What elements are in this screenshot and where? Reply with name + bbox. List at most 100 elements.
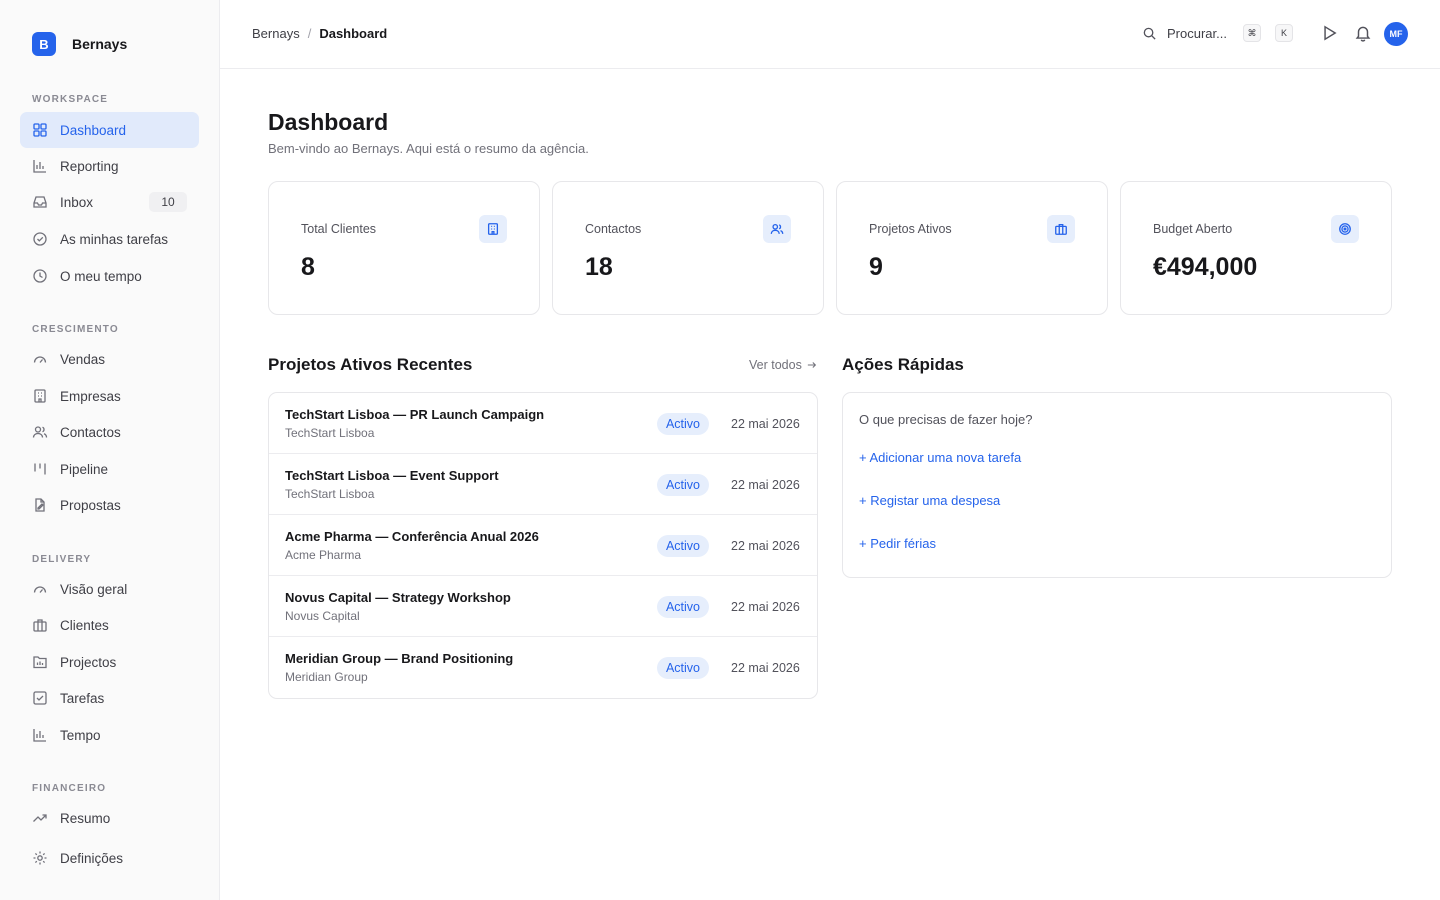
- notifications-button[interactable]: [1354, 24, 1372, 42]
- stat-value: 9: [869, 253, 883, 281]
- project-client: TechStart Lisboa: [285, 487, 375, 501]
- project-date: 22 mai 2026: [731, 600, 800, 614]
- sidebar-item-reporting[interactable]: Reporting: [20, 148, 199, 184]
- arrow-right-icon: [807, 360, 817, 370]
- table-row[interactable]: TechStart Lisboa — Event Support TechSta…: [269, 454, 817, 515]
- request-vacation-link[interactable]: + Pedir férias: [859, 536, 936, 551]
- stat-value: 8: [301, 253, 315, 281]
- see-all-label: Ver todos: [749, 358, 802, 372]
- table-row[interactable]: Acme Pharma — Conferência Anual 2026 Acm…: [269, 515, 817, 576]
- sidebar: B Bernays WORKSPACE Dashboard Reporting …: [0, 0, 220, 900]
- clock-icon: [32, 268, 48, 284]
- brand[interactable]: B Bernays: [32, 32, 127, 56]
- breadcrumb-separator: /: [307, 26, 312, 41]
- building-icon: [32, 388, 48, 404]
- sidebar-item-time[interactable]: Tempo: [20, 717, 199, 753]
- project-date: 22 mai 2026: [731, 661, 800, 675]
- sidebar-item-sales[interactable]: Vendas: [20, 341, 199, 377]
- stat-value: 18: [585, 253, 613, 281]
- project-date: 22 mai 2026: [731, 478, 800, 492]
- table-row[interactable]: Novus Capital — Strategy Workshop Novus …: [269, 576, 817, 637]
- stat-label: Projetos Ativos: [869, 222, 952, 236]
- project-name: Meridian Group — Brand Positioning: [285, 651, 514, 666]
- stat-value: €494,000: [1153, 253, 1258, 281]
- search-placeholder: Procurar...: [1167, 25, 1227, 41]
- recent-projects-list: TechStart Lisboa — PR Launch Campaign Te…: [268, 392, 818, 699]
- project-date: 22 mai 2026: [731, 539, 800, 553]
- sidebar-item-proposals[interactable]: Propostas: [20, 487, 199, 523]
- shortcut-key-cmd: ⌘: [1242, 24, 1261, 42]
- sidebar-item-tasks[interactable]: Tarefas: [20, 680, 199, 716]
- breadcrumb-root[interactable]: Bernays: [252, 26, 300, 41]
- sidebar-item-my-time[interactable]: O meu tempo: [20, 258, 199, 294]
- recent-projects-title: Projetos Ativos Recentes: [268, 355, 473, 374]
- project-client: Acme Pharma: [285, 548, 362, 562]
- quick-actions-title: Ações Rápidas: [842, 355, 964, 374]
- status-badge: Activo: [657, 657, 709, 679]
- trend-icon: [32, 810, 48, 826]
- sidebar-item-my-tasks[interactable]: As minhas tarefas: [20, 221, 199, 257]
- status-badge: Activo: [657, 474, 709, 496]
- stat-label: Budget Aberto: [1153, 222, 1233, 236]
- sidebar-item-label: Clientes: [60, 617, 109, 633]
- briefcase-icon: [1047, 215, 1075, 243]
- sidebar-item-companies[interactable]: Empresas: [20, 378, 199, 414]
- folder-icon: [32, 654, 48, 670]
- play-timer-button[interactable]: [1320, 24, 1338, 42]
- nav-section-workspace: WORKSPACE: [32, 94, 109, 105]
- search-icon: [1142, 26, 1157, 41]
- table-row[interactable]: TechStart Lisboa — PR Launch Campaign Te…: [269, 393, 817, 454]
- bar-chart-icon: [32, 158, 48, 174]
- stat-card-contacts: Contactos 18: [552, 181, 824, 315]
- top-header: Bernays / Dashboard Procurar... ⌘ K MF: [220, 0, 1440, 69]
- building-icon: [479, 215, 507, 243]
- project-client: TechStart Lisboa: [285, 426, 375, 440]
- check-circle-icon: [32, 231, 48, 247]
- status-badge: Activo: [657, 535, 709, 557]
- status-badge: Activo: [657, 596, 709, 618]
- sidebar-item-pipeline[interactable]: Pipeline: [20, 451, 199, 487]
- project-name: TechStart Lisboa — Event Support: [285, 468, 499, 483]
- avatar[interactable]: MF: [1384, 22, 1408, 46]
- users-icon: [32, 424, 48, 440]
- sidebar-item-label: Inbox: [60, 194, 94, 210]
- gauge-icon: [32, 581, 48, 597]
- register-expense-link[interactable]: + Registar uma despesa: [859, 493, 1000, 508]
- project-client: Novus Capital: [285, 609, 360, 623]
- table-row[interactable]: Meridian Group — Brand Positioning Merid…: [269, 637, 817, 698]
- sidebar-item-label: Empresas: [60, 388, 121, 404]
- brand-logo: B: [32, 32, 56, 56]
- nav-section-finance: FINANCEIRO: [32, 783, 107, 794]
- sidebar-item-inbox[interactable]: Inbox 10: [20, 184, 199, 220]
- gauge-icon: [32, 351, 48, 367]
- sidebar-item-label: Vendas: [60, 351, 106, 367]
- checkbox-icon: [32, 690, 48, 706]
- project-name: TechStart Lisboa — PR Launch Campaign: [285, 407, 545, 422]
- sidebar-item-projects[interactable]: Projectos: [20, 644, 199, 680]
- inbox-icon: [32, 194, 48, 210]
- grid-icon: [32, 122, 48, 138]
- sidebar-item-summary[interactable]: Resumo: [20, 800, 199, 836]
- sidebar-item-overview[interactable]: Visão geral: [20, 571, 199, 607]
- sidebar-item-contacts[interactable]: Contactos: [20, 414, 199, 450]
- status-badge: Activo: [657, 413, 709, 435]
- nav-section-growth: CRESCIMENTO: [32, 324, 119, 335]
- sidebar-item-label: Visão geral: [60, 581, 128, 597]
- search-button[interactable]: Procurar... ⌘ K: [1142, 24, 1293, 42]
- sidebar-item-clients[interactable]: Clientes: [20, 607, 199, 643]
- play-icon: [1320, 24, 1338, 42]
- stat-label: Total Clientes: [301, 222, 377, 236]
- sidebar-item-label: Contactos: [60, 424, 121, 440]
- sidebar-item-settings[interactable]: Definições: [20, 840, 199, 876]
- stat-card-open-budget: Budget Aberto €494,000: [1120, 181, 1392, 315]
- target-icon: [1331, 215, 1359, 243]
- sidebar-item-dashboard[interactable]: Dashboard: [20, 112, 199, 148]
- add-task-link[interactable]: + Adicionar uma nova tarefa: [859, 450, 1021, 465]
- sidebar-item-label: Reporting: [60, 158, 119, 174]
- page-subtitle: Bem-vindo ao Bernays. Aqui está o resumo…: [268, 141, 589, 156]
- see-all-link[interactable]: Ver todos: [749, 358, 817, 372]
- project-name: Novus Capital — Strategy Workshop: [285, 590, 511, 605]
- stat-card-active-projects: Projetos Ativos 9: [836, 181, 1108, 315]
- breadcrumb: Bernays / Dashboard: [252, 26, 387, 41]
- project-date: 22 mai 2026: [731, 417, 800, 431]
